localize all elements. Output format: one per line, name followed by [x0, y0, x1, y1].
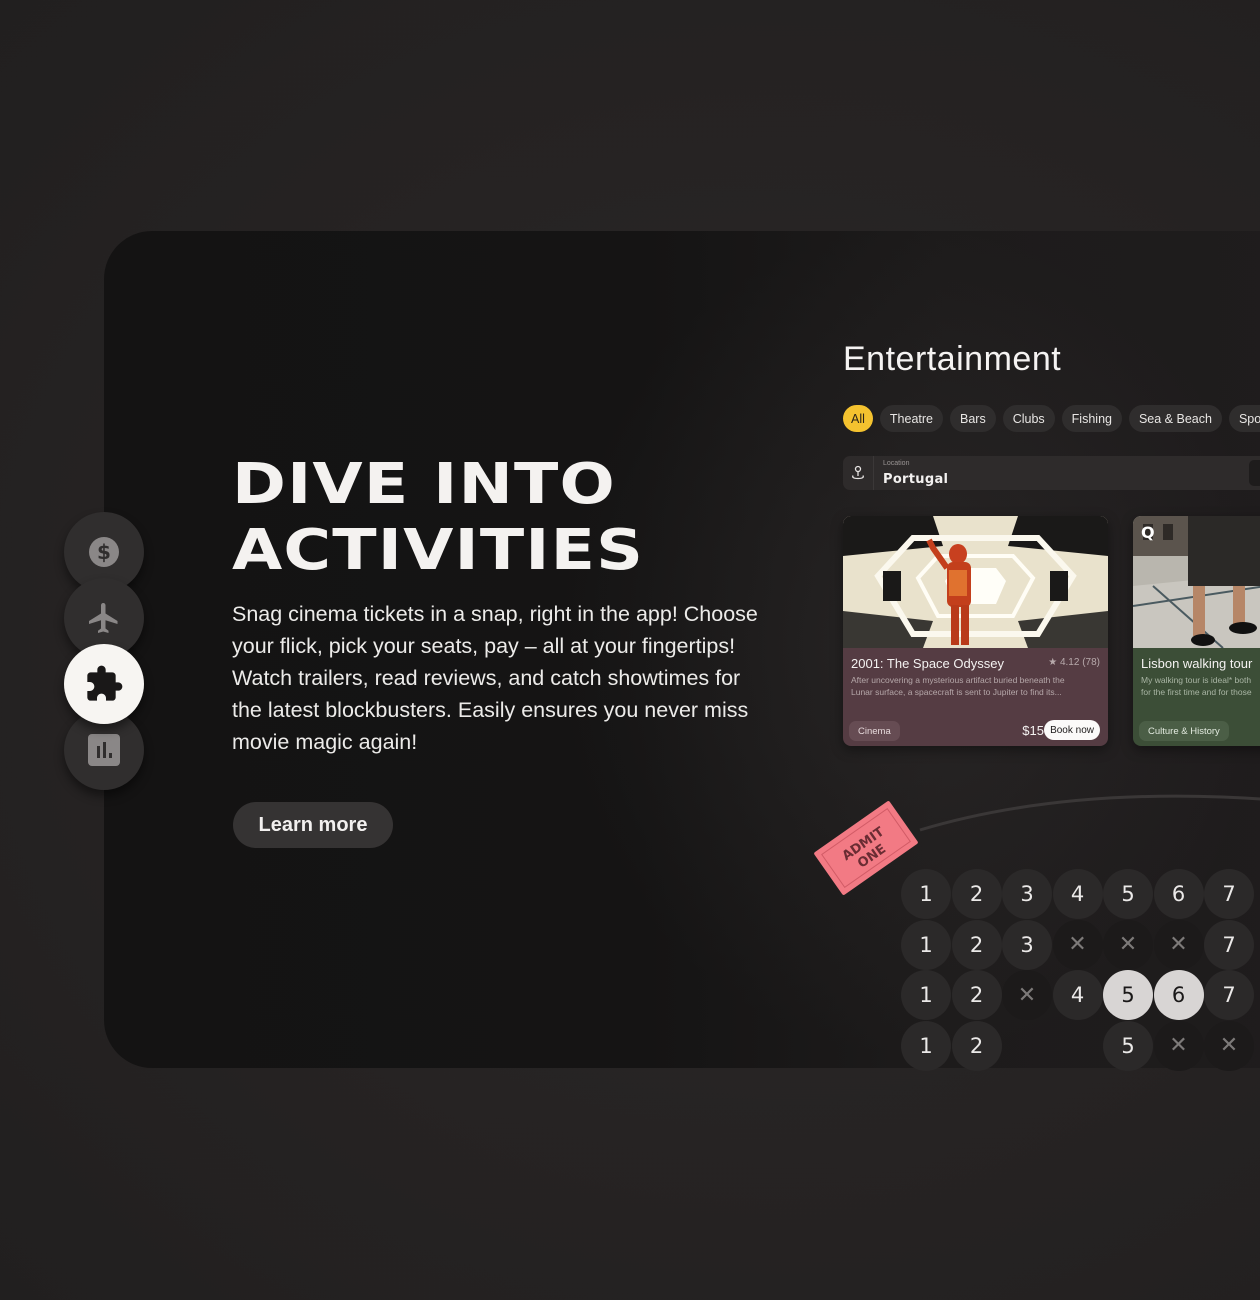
seat[interactable]: 3 [1002, 919, 1052, 970]
card-price: $15 [1022, 723, 1044, 738]
brand-logo-icon: Q [1141, 523, 1155, 542]
category-chips: All Theatre Bars Clubs Fishing Sea & Bea… [843, 405, 1260, 432]
airplane-icon [89, 603, 118, 633]
card-title: Lisbon walking tour [1141, 656, 1253, 671]
seat-taken: ✕ [1153, 1020, 1204, 1071]
seat[interactable]: 7 [1204, 919, 1254, 970]
svg-text:$: $ [97, 540, 111, 564]
card-description: My walking tour is ideal* both for the f… [1141, 674, 1260, 698]
seat-taken: ✕ [1153, 919, 1204, 970]
screen-arc-decoration [919, 794, 1260, 832]
entertainment-title: Entertainment [843, 340, 1062, 378]
seat-selected[interactable]: 5 [1103, 970, 1153, 1020]
location-field[interactable]: Location Portugal [843, 456, 1260, 490]
nav-item-activities[interactable] [64, 644, 144, 724]
tour-photo-image: Q [1133, 516, 1260, 648]
seat[interactable]: 7 [1204, 970, 1254, 1020]
seat[interactable]: 4 [1052, 869, 1103, 919]
bar-chart-icon [88, 734, 120, 766]
location-pin-icon [843, 456, 874, 490]
chip-sea-beach[interactable]: Sea & Beach [1128, 405, 1222, 432]
card-description: After uncovering a mysterious artifact b… [851, 674, 1100, 698]
headline-line-1: DIVE INTO [232, 452, 616, 517]
seat[interactable]: 4 [1052, 970, 1103, 1020]
seat[interactable]: 5 [1103, 869, 1153, 919]
hero-body-text: Snag cinema tickets in a snap, right in … [232, 602, 758, 754]
card-info: 2001: The Space Odyssey ★ 4.12 (78) Afte… [843, 648, 1108, 746]
card-tag: Culture & History [1139, 721, 1229, 741]
star-icon: ★ [1048, 657, 1058, 668]
location-label: Location [883, 460, 910, 467]
seat[interactable]: 6 [1153, 869, 1204, 919]
seat-selected[interactable]: 6 [1153, 970, 1204, 1020]
seat[interactable]: 2 [951, 919, 1002, 970]
seat-taken: ✕ [1052, 919, 1103, 970]
rating-value: 4.12 (78) [1059, 657, 1100, 668]
chip-sports[interactable]: Sports [1228, 405, 1260, 432]
chip-fishing[interactable]: Fishing [1061, 405, 1122, 432]
seat[interactable]: 1 [901, 919, 951, 970]
card-tag: Cinema [849, 721, 900, 741]
card-description-line: After uncovering a mysterious artifact b… [851, 675, 1065, 685]
movie-poster-image [843, 516, 1108, 648]
card-rating: ★ 4.12 (78) [1048, 657, 1100, 668]
activity-card-space-odyssey[interactable]: 2001: The Space Odyssey ★ 4.12 (78) Afte… [843, 516, 1108, 746]
headline-line-2: ACTIVITIES [232, 518, 645, 583]
location-value: Portugal [883, 472, 949, 487]
learn-more-button[interactable]: Learn more [233, 802, 393, 848]
seat[interactable]: 1 [901, 869, 951, 919]
card-description-line: My walking tour is ideal* both [1141, 675, 1252, 685]
card-description-line: Lunar surface, a spacecraft is sent to J… [851, 687, 1062, 697]
seat[interactable]: 2 [951, 970, 1002, 1020]
seat[interactable]: 7 [1204, 869, 1254, 919]
chip-theatre[interactable]: Theatre [879, 405, 943, 432]
card-description-line: for the first time and for those [1141, 687, 1252, 697]
seat[interactable]: 1 [901, 970, 951, 1020]
seat[interactable]: 3 [1002, 869, 1052, 919]
hero-headline: DIVE INTO ACTIVITIES [232, 452, 644, 584]
book-now-button[interactable]: Book now [1044, 720, 1100, 740]
seat[interactable]: 5 [1103, 1020, 1153, 1071]
seat-taken: ✕ [1204, 1020, 1254, 1071]
seat[interactable]: 2 [951, 869, 1002, 919]
chip-bars[interactable]: Bars [950, 405, 996, 432]
puzzle-icon [87, 665, 123, 701]
seat-gap [1002, 1021, 1052, 1071]
seat-taken: ✕ [1103, 919, 1153, 970]
seat[interactable]: 2 [951, 1020, 1002, 1071]
seat[interactable]: 1 [901, 1020, 951, 1071]
dollar-icon: $ [89, 537, 119, 567]
card-info: Lisbon walking tour My walking tour is i… [1133, 648, 1260, 746]
chip-all[interactable]: All [843, 405, 873, 432]
location-filter-button[interactable] [1249, 460, 1260, 486]
card-title: 2001: The Space Odyssey [851, 656, 1004, 671]
seat-gap [1053, 1021, 1103, 1071]
chip-clubs[interactable]: Clubs [1002, 405, 1055, 432]
activity-card-lisbon-tour[interactable]: Q Lisbon walking tour My walking tour is… [1133, 516, 1260, 746]
seat-taken: ✕ [1002, 970, 1052, 1020]
side-nav: $ [64, 512, 144, 792]
